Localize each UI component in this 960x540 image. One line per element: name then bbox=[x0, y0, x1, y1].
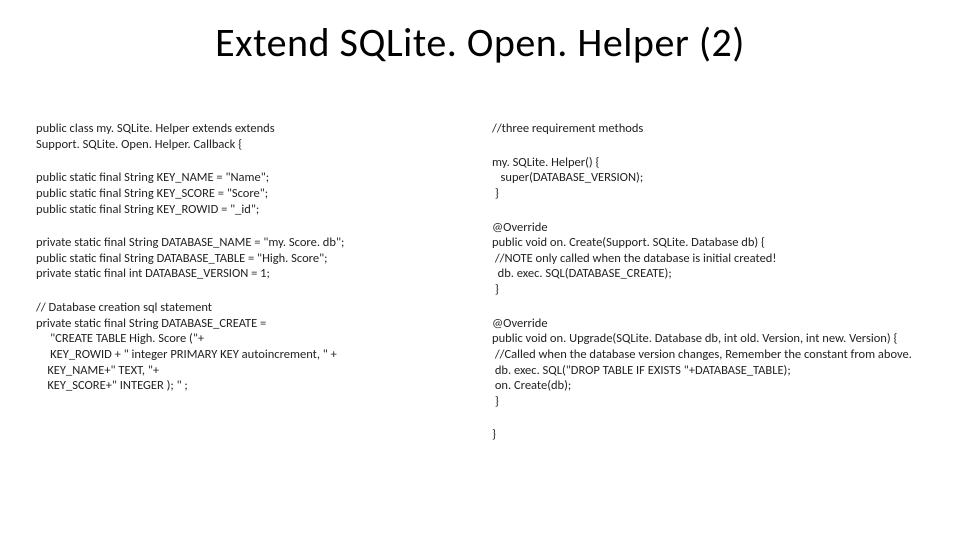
code-block-closing-brace: } bbox=[492, 427, 924, 443]
left-column: public class my. SQLite. Helper extends … bbox=[36, 121, 468, 461]
right-column: //three requirement methods my. SQLite. … bbox=[492, 121, 924, 461]
code-block-class-decl: public class my. SQLite. Helper extends … bbox=[36, 121, 468, 152]
code-block-onupgrade: @Override public void on. Upgrade(SQLite… bbox=[492, 316, 924, 410]
slide: Extend SQLite. Open. Helper (2) public c… bbox=[0, 0, 960, 540]
code-block-constructor: my. SQLite. Helper() { super(DATABASE_VE… bbox=[492, 155, 924, 202]
code-block-oncreate: @Override public void on. Create(Support… bbox=[492, 220, 924, 298]
content-columns: public class my. SQLite. Helper extends … bbox=[36, 121, 924, 461]
code-block-db-create: // Database creation sql statement priva… bbox=[36, 300, 468, 394]
code-block-db-consts: private static final String DATABASE_NAM… bbox=[36, 235, 468, 282]
code-block-comment: //three requirement methods bbox=[492, 121, 924, 137]
code-block-keys: public static final String KEY_NAME = "N… bbox=[36, 170, 468, 217]
slide-title: Extend SQLite. Open. Helper (2) bbox=[36, 18, 924, 67]
